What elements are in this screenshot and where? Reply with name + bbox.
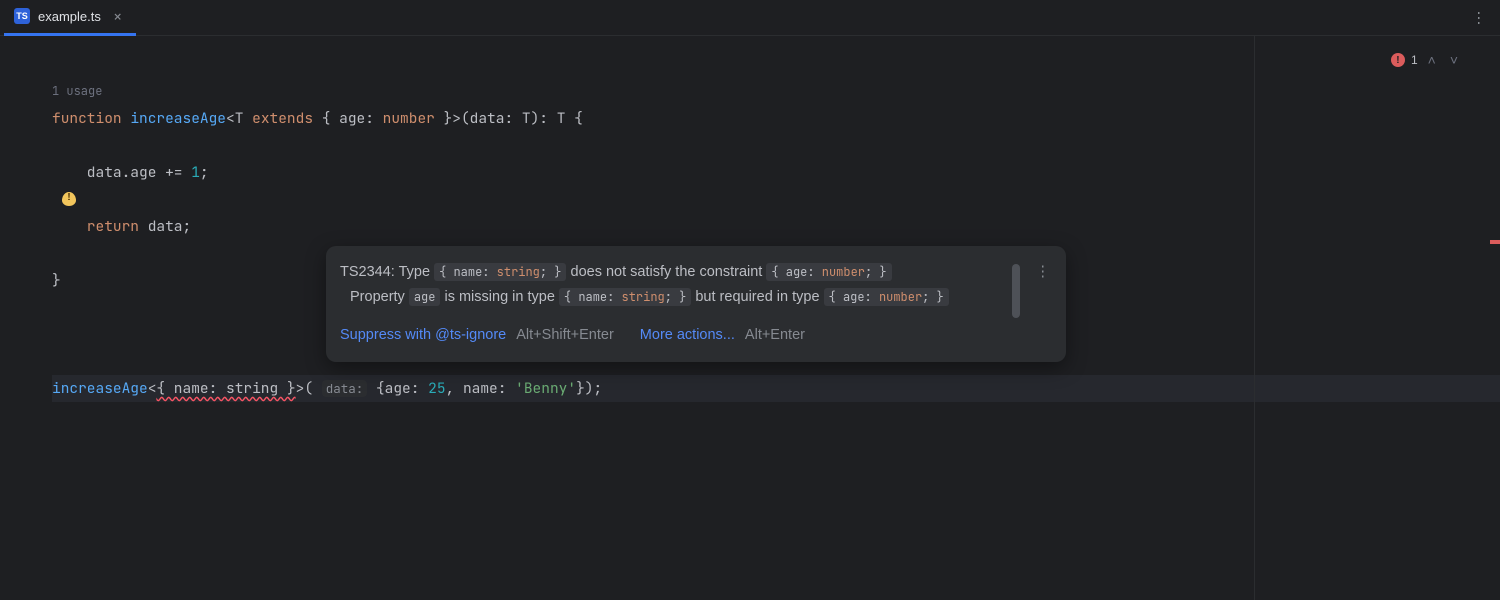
code-line[interactable]: data.age += 1; [52,159,1500,186]
tooltip-scrollbar[interactable] [1012,264,1020,318]
error-code: TS2344 [340,264,391,280]
tab-bar: TS example.ts × ⋮ [0,0,1500,36]
tab-file-name: example.ts [38,9,101,24]
usages-hint[interactable]: 1 usage [52,83,102,99]
code-line-current[interactable]: increaseAge<{ name: string }>( data: {ag… [52,375,1500,402]
typescript-file-icon: TS [14,8,30,24]
intention-bulb-icon[interactable] [62,192,76,206]
tab-example-ts[interactable]: TS example.ts × [4,0,136,36]
prop-snippet: age [409,288,441,306]
error-stripe-mark[interactable] [1490,240,1500,244]
code-line[interactable]: function increaseAge<T extends { age: nu… [52,105,1500,132]
error-tooltip: ⋮ TS2344: Type { name: string; } does no… [326,246,1066,362]
error-range[interactable]: { name: string } [156,379,295,398]
next-error-icon[interactable]: ˅ [1446,52,1462,68]
error-stripe [1488,36,1500,600]
tab-options-icon[interactable]: ⋮ [1472,8,1487,27]
type-snippet: { name: string; } [434,263,566,281]
error-icon: ! [1391,53,1405,67]
inlay-hint: data: [322,380,368,397]
shortcut-hint: Alt+Shift+Enter [516,327,614,343]
more-actions-link[interactable]: More actions... [640,327,735,343]
suppress-link[interactable]: Suppress with @ts-ignore [340,327,506,343]
inspection-widget[interactable]: ! 1 ˄ ˅ [1391,52,1462,68]
type-snippet: { age: number; } [824,288,949,306]
tooltip-options-icon[interactable]: ⋮ [1036,260,1051,285]
code-editor[interactable]: ! 1 ˄ ˅ 1 usage function increaseAge<T e… [0,36,1500,600]
prev-error-icon[interactable]: ˄ [1424,52,1440,68]
type-snippet: { age: number; } [766,263,891,281]
shortcut-hint: Alt+Enter [745,327,805,343]
type-snippet: { name: string; } [559,288,691,306]
right-margin-line [1254,36,1255,600]
gutter [0,36,52,600]
close-tab-icon[interactable]: × [109,6,127,27]
error-count: 1 [1411,53,1418,67]
code-line[interactable]: return data; [52,213,1500,240]
